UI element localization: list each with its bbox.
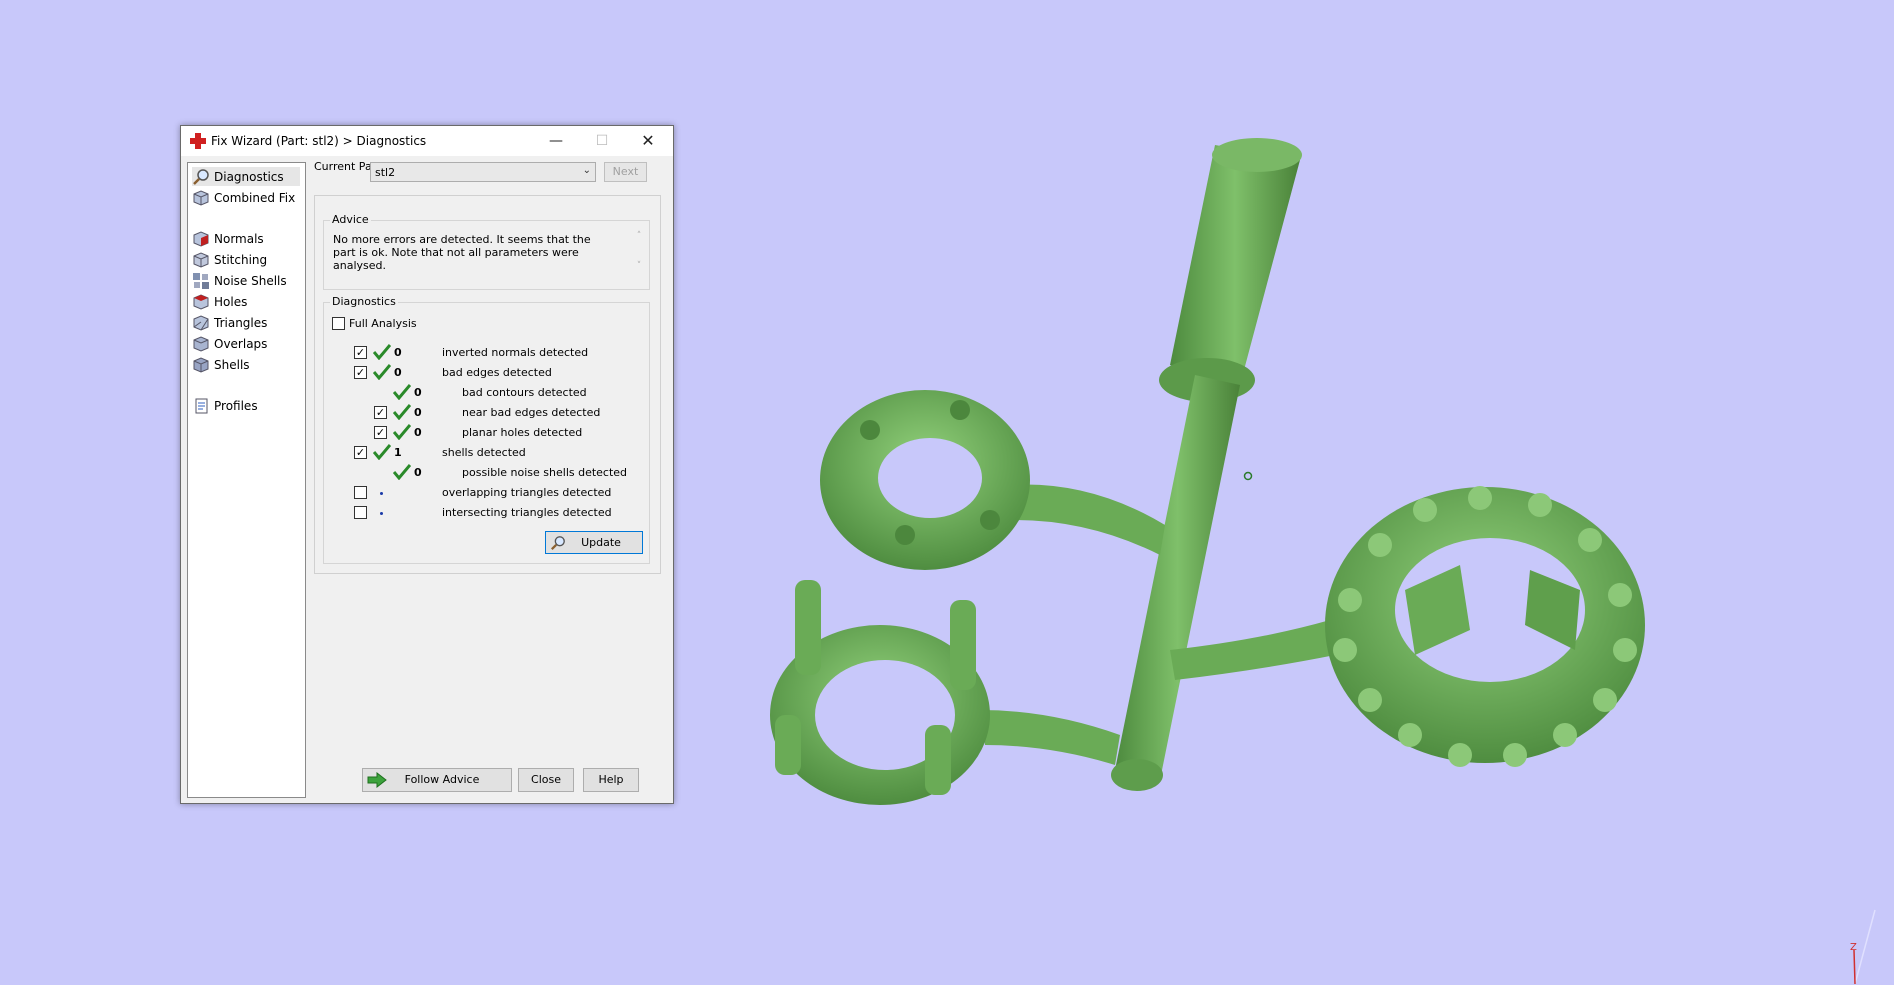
row-label: intersecting triangles detected [442, 506, 612, 519]
follow-advice-button[interactable]: Follow Advice [362, 768, 512, 792]
row-label: bad contours detected [462, 386, 587, 399]
chevron-down-icon: ⌄ [582, 165, 591, 176]
cube-icon [193, 189, 209, 206]
advice-legend: Advice [330, 213, 371, 226]
row-checkbox[interactable]: ✓ [354, 446, 367, 459]
holes-cube-icon [193, 293, 209, 310]
current-part-select[interactable]: stl2 ⌄ [370, 162, 596, 182]
sidebar-item-normals[interactable]: Normals [192, 229, 300, 248]
profile-document-icon [195, 398, 208, 413]
close-window-button[interactable]: ✕ [625, 126, 671, 156]
sidebar-item-triangles[interactable]: Triangles [192, 313, 300, 332]
row-count: 0 [414, 466, 422, 479]
advice-scrollbar[interactable]: ˄ ˅ [632, 231, 646, 281]
row-count: 0 [394, 346, 402, 359]
green-check-icon [393, 424, 411, 440]
sidebar-item-holes[interactable]: Holes [192, 292, 300, 311]
title-bar[interactable]: Fix Wizard (Part: stl2) > Diagnostics — … [181, 126, 673, 156]
wizard-content: Current Part: stl2 ⌄ Next Advice No more… [311, 156, 669, 796]
full-analysis-label: Full Analysis [349, 317, 417, 330]
pivot-marker [1243, 471, 1253, 481]
diagnostics-panel: Advice No more errors are detected. It s… [314, 195, 661, 574]
full-analysis-checkbox[interactable] [332, 317, 345, 330]
row-checkbox[interactable] [354, 486, 367, 499]
row-count: 1 [394, 446, 402, 459]
magnifier-icon [550, 536, 565, 551]
diagnostics-legend: Diagnostics [330, 295, 398, 308]
pending-dot-icon [380, 492, 383, 495]
advice-group: Advice No more errors are detected. It s… [323, 213, 650, 290]
fix-wizard-window: Fix Wizard (Part: stl2) > Diagnostics — … [180, 125, 674, 804]
overlaps-cube-icon [193, 335, 209, 352]
minimize-button[interactable]: — [533, 126, 579, 156]
sidebar-item-label: Noise Shells [214, 273, 287, 288]
sidebar-item-overlaps[interactable]: Overlaps [192, 334, 300, 353]
window-title: Fix Wizard (Part: stl2) > Diagnostics [211, 134, 427, 148]
pending-dot-icon [380, 512, 383, 515]
next-button[interactable]: Next [604, 162, 647, 182]
current-part-value: stl2 [375, 166, 396, 179]
stitching-cube-icon [193, 251, 209, 268]
row-checkbox[interactable]: ✓ [354, 366, 367, 379]
row-count: 0 [414, 426, 422, 439]
row-label: possible noise shells detected [462, 466, 628, 479]
update-label: Update [581, 536, 621, 549]
green-check-icon [393, 384, 411, 400]
follow-advice-label: Follow Advice [404, 773, 480, 786]
row-count: 0 [414, 406, 422, 419]
axis-indicator: Z [1850, 909, 1876, 985]
row-checkbox[interactable] [354, 506, 367, 519]
row-label: planar holes detected [462, 426, 583, 439]
advice-text: No more errors are detected. It seems th… [333, 233, 591, 272]
maximize-button[interactable]: ☐ [579, 126, 625, 156]
app-cross-icon [190, 133, 206, 149]
triangles-cube-icon [193, 314, 209, 331]
sidebar-item-label: Normals [214, 231, 264, 246]
sidebar-item-stitching[interactable]: Stitching [192, 250, 300, 269]
sidebar-item-label: Stitching [214, 252, 268, 267]
sidebar-item-label: Triangles [214, 315, 268, 330]
row-count: 0 [394, 366, 402, 379]
row-label: near bad edges detected [462, 406, 601, 419]
sidebar-item-shells[interactable]: Shells [192, 355, 300, 374]
ring-bottom-left [770, 580, 990, 805]
sidebar-item-label: Overlaps [214, 336, 268, 351]
sprue-rod [1111, 138, 1302, 791]
green-check-icon [373, 444, 391, 460]
update-button[interactable]: Update [545, 531, 643, 554]
green-check-icon [373, 364, 391, 380]
sidebar-item-label: Holes [214, 294, 248, 309]
green-check-icon [393, 404, 411, 420]
row-checkbox[interactable]: ✓ [374, 426, 387, 439]
green-check-icon [393, 464, 411, 480]
row-label: shells detected [442, 446, 526, 459]
green-check-icon [373, 344, 391, 360]
help-button[interactable]: Help [583, 768, 639, 792]
ring-top-left [820, 390, 1030, 570]
ring-right [1325, 486, 1645, 767]
sidebar-item-label: Combined Fix [214, 190, 296, 205]
row-label: inverted normals detected [442, 346, 589, 359]
wizard-sidebar: Diagnostics Combined Fix Normals Stitchi… [187, 162, 306, 798]
row-count: 0 [414, 386, 422, 399]
sidebar-item-label: Diagnostics [214, 169, 284, 184]
close-button[interactable]: Close [518, 768, 574, 792]
sidebar-item-label: Shells [214, 357, 250, 372]
axis-z-label: Z [1850, 942, 1857, 953]
row-label: overlapping triangles detected [442, 486, 612, 499]
sidebar-item-diagnostics[interactable]: Diagnostics [192, 167, 300, 186]
sidebar-item-combined-fix[interactable]: Combined Fix [192, 188, 300, 207]
magnifier-icon [193, 168, 209, 185]
sidebar-item-profiles[interactable]: Profiles [192, 396, 300, 415]
sidebar-item-label: Profiles [214, 398, 258, 413]
row-checkbox[interactable]: ✓ [354, 346, 367, 359]
noise-shells-icon [193, 272, 209, 289]
diagnostics-group: Diagnostics Full Analysis ✓ 0 inverted n… [323, 295, 650, 564]
shells-cube-icon [193, 356, 209, 373]
row-checkbox[interactable]: ✓ [374, 406, 387, 419]
arrow-right-icon [367, 772, 387, 788]
normals-cube-icon [193, 230, 209, 247]
sidebar-item-noise-shells[interactable]: Noise Shells [192, 271, 300, 290]
row-label: bad edges detected [442, 366, 552, 379]
